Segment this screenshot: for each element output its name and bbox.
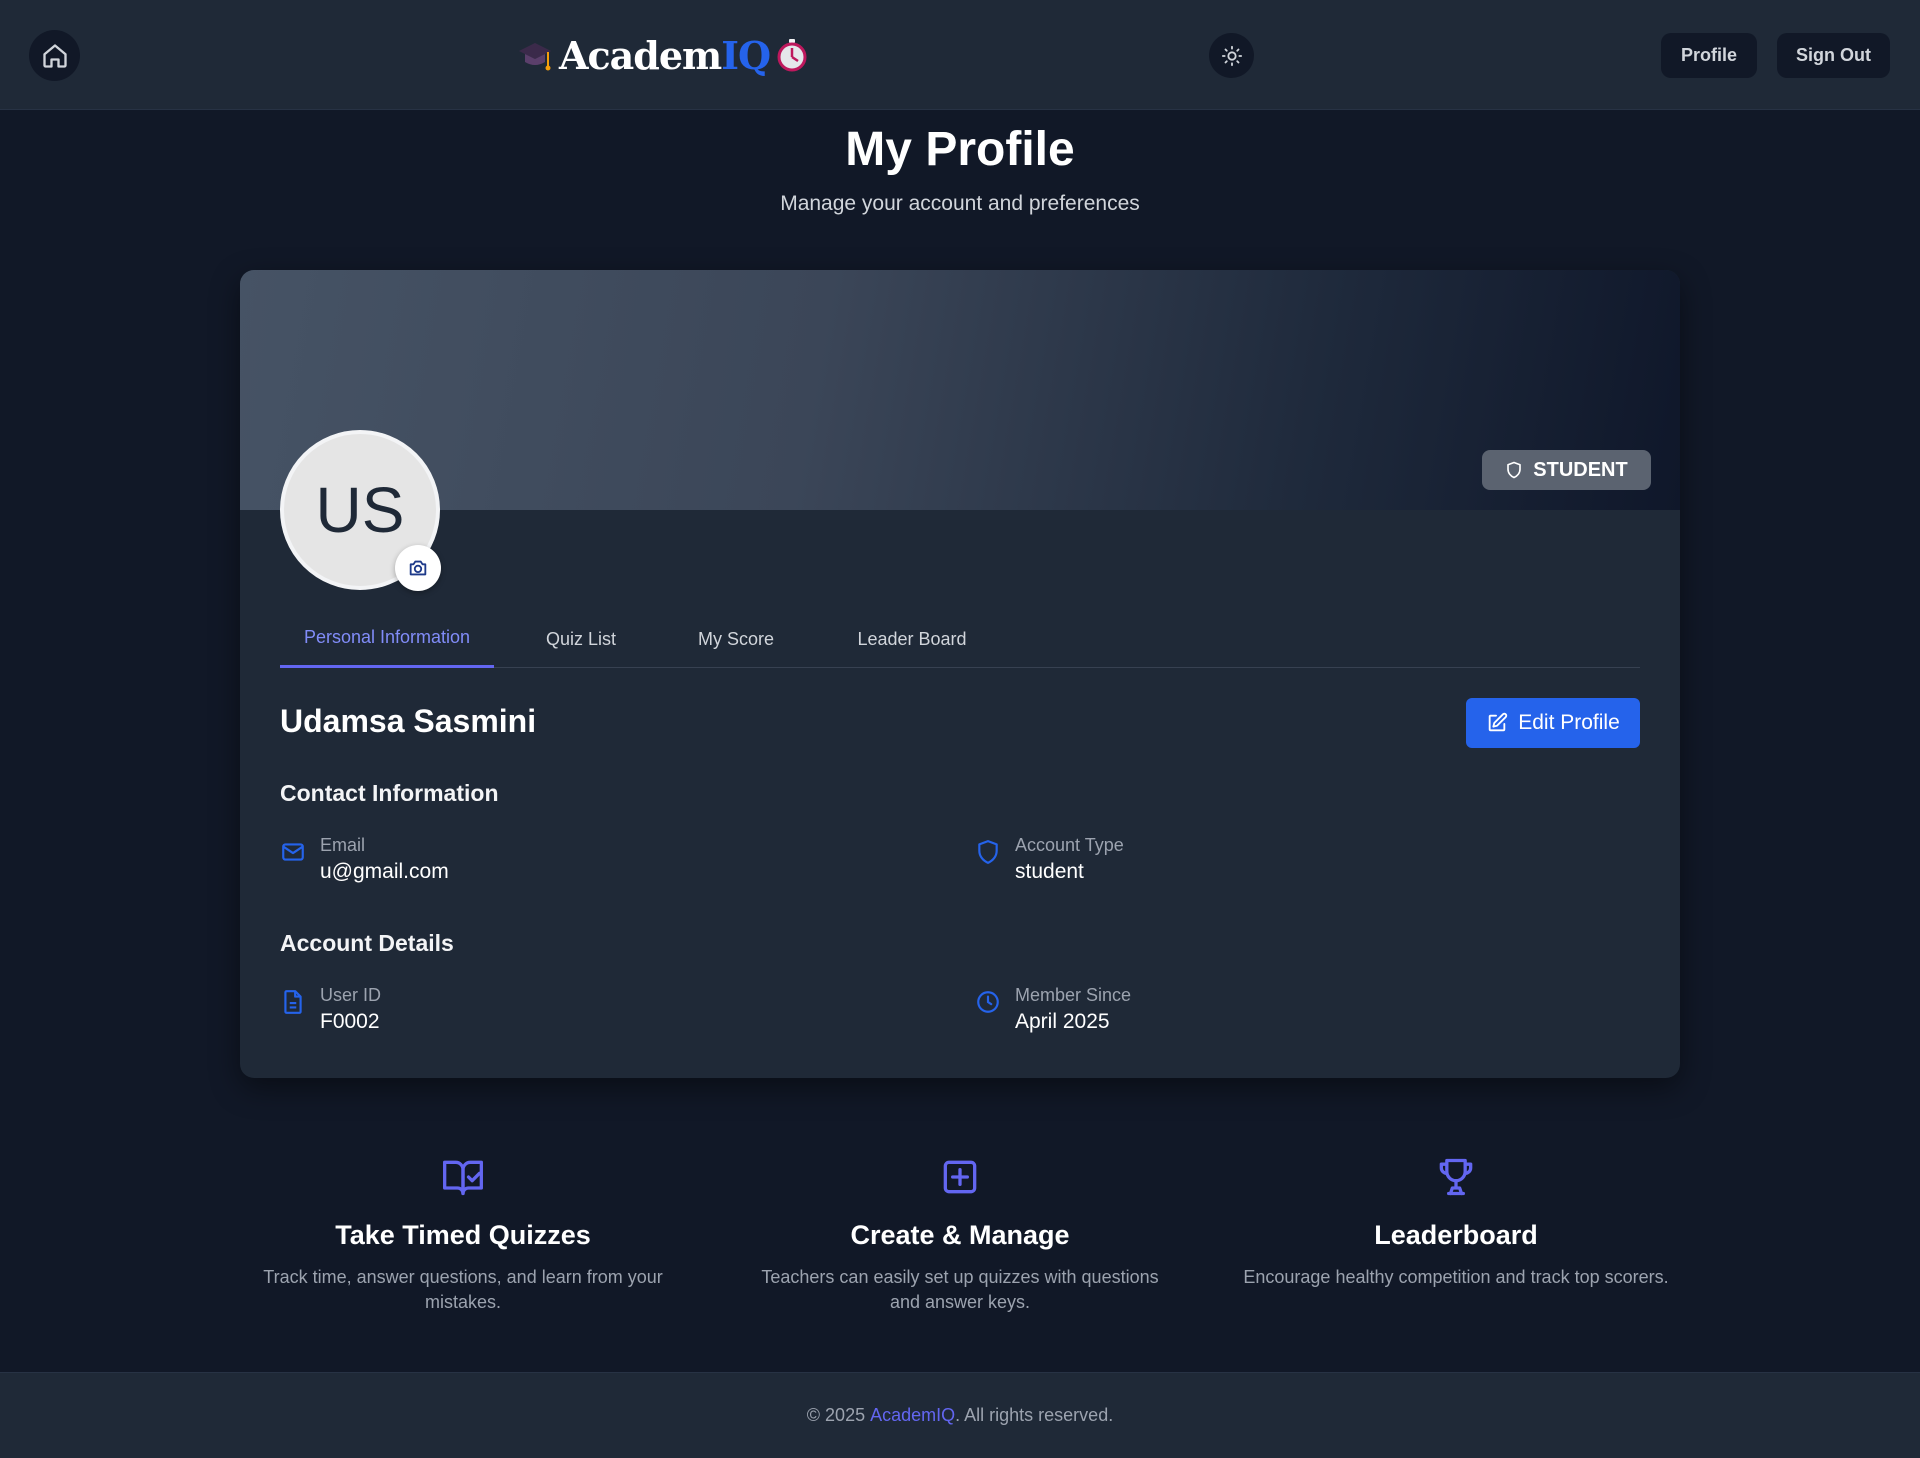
profile-button[interactable]: Profile bbox=[1661, 33, 1757, 78]
home-button[interactable] bbox=[29, 30, 80, 81]
logo-text-academ: Academ bbox=[559, 32, 722, 78]
shield-icon bbox=[1507, 461, 1522, 479]
user-id-value: F0002 bbox=[320, 1010, 380, 1033]
profile-banner bbox=[240, 270, 1680, 510]
contact-information-heading: Contact Information bbox=[280, 780, 499, 806]
edit-profile-button[interactable]: Edit Profile bbox=[1466, 698, 1640, 748]
sign-out-button[interactable]: Sign Out bbox=[1777, 33, 1890, 78]
edit-icon bbox=[1488, 712, 1508, 732]
top-navbar: AcademIQ Profile Sign Out bbox=[0, 0, 1920, 110]
member-since-value: April 2025 bbox=[1015, 1010, 1110, 1033]
feature-timed-quizzes: Take Timed Quizzes Track time, answer qu… bbox=[248, 1155, 678, 1315]
clock-icon bbox=[977, 991, 999, 1013]
tab-my-score[interactable]: My Score bbox=[686, 610, 786, 668]
role-badge: STUDENT bbox=[1482, 450, 1651, 490]
account-type-value: student bbox=[1015, 860, 1084, 883]
home-icon bbox=[42, 43, 67, 68]
member-since-label: Member Since bbox=[1015, 985, 1132, 1005]
camera-icon bbox=[409, 560, 427, 576]
feature-description: Track time, answer questions, and learn … bbox=[263, 1267, 663, 1312]
change-photo-button[interactable] bbox=[395, 545, 441, 591]
document-icon bbox=[284, 990, 302, 1014]
theme-toggle-button[interactable] bbox=[1209, 33, 1254, 78]
page-subtitle: Manage your account and preferences bbox=[780, 192, 1140, 215]
logo-text-iq: IQ bbox=[721, 32, 771, 78]
account-type-label: Account Type bbox=[1015, 835, 1124, 855]
feature-title: Create & Manage bbox=[850, 1220, 1070, 1250]
feature-description: Teachers can easily set up quizzes with … bbox=[761, 1267, 1159, 1312]
user-name: Udamsa Sasmini bbox=[280, 703, 537, 739]
tab-leader-board[interactable]: Leader Board bbox=[844, 610, 980, 668]
tab-quiz-list[interactable]: Quiz List bbox=[534, 610, 628, 668]
graduation-cap-icon bbox=[519, 43, 551, 71]
email-label: Email bbox=[320, 835, 366, 855]
page-title: My Profile bbox=[845, 123, 1075, 176]
user-id-label: User ID bbox=[320, 985, 382, 1005]
footer-copyright: © 2025 bbox=[806, 1405, 871, 1425]
email-value: u@gmail.com bbox=[320, 860, 449, 883]
trophy-icon bbox=[1439, 1158, 1473, 1196]
sun-icon bbox=[1221, 45, 1242, 66]
account-details-heading: Account Details bbox=[280, 930, 454, 956]
feature-leaderboard: Leaderboard Encourage healthy competitio… bbox=[1241, 1155, 1671, 1290]
footer: © 2025 AcademIQ. All rights reserved. bbox=[0, 1372, 1920, 1458]
footer-rights: . All rights reserved. bbox=[955, 1405, 1114, 1425]
profile-tabs: Personal Information Quiz List My Score … bbox=[280, 610, 1640, 668]
footer-brand-link[interactable]: AcademIQ bbox=[870, 1405, 955, 1426]
stopwatch-icon bbox=[777, 39, 807, 72]
app-logo[interactable]: AcademIQ bbox=[515, 26, 810, 84]
profile-card: STUDENT US Personal Information Quiz Lis… bbox=[240, 270, 1680, 1078]
plus-square-icon bbox=[943, 1160, 977, 1194]
edit-profile-label: Edit Profile bbox=[1518, 711, 1620, 734]
book-check-icon bbox=[443, 1160, 483, 1196]
tab-personal-information[interactable]: Personal Information bbox=[280, 610, 494, 668]
role-badge-label: STUDENT bbox=[1533, 458, 1628, 481]
feature-description: Encourage healthy competition and track … bbox=[1243, 1267, 1669, 1287]
mail-icon bbox=[282, 843, 304, 861]
feature-title: Leaderboard bbox=[1374, 1220, 1538, 1250]
feature-create-manage: Create & Manage Teachers can easily set … bbox=[745, 1155, 1175, 1315]
feature-title: Take Timed Quizzes bbox=[335, 1220, 591, 1250]
shield-icon bbox=[978, 840, 998, 864]
